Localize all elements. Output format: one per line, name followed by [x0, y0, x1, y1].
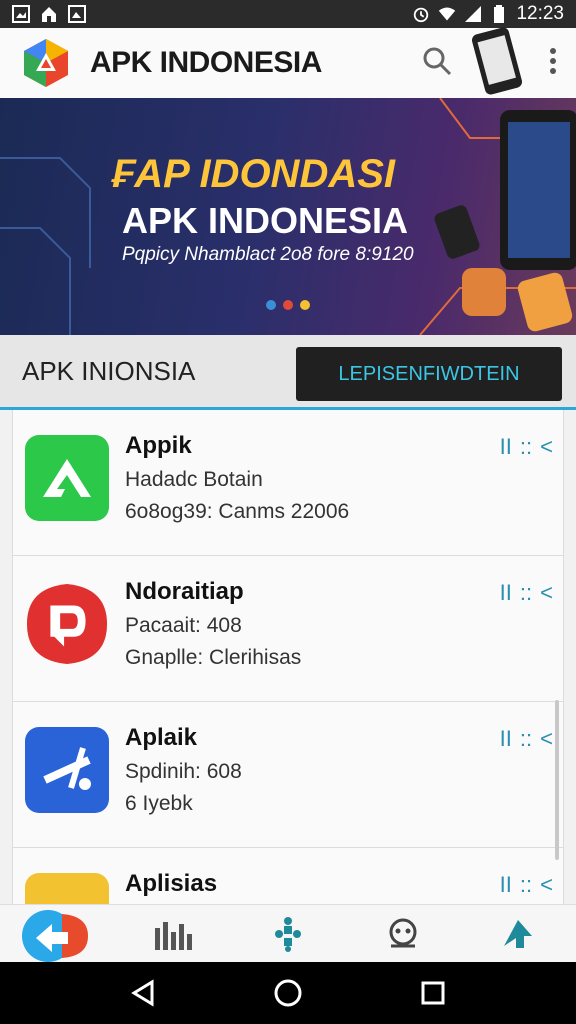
app-meta: Gnaplle: Clerihisas: [125, 646, 302, 669]
list-item[interactable]: Appik Hadadc Botain 6o8og39: Canms 22006…: [13, 410, 563, 556]
photo-notification-icon: [68, 5, 86, 23]
green-arrow-icon: [25, 435, 109, 521]
app-title: APK INDONESIA: [90, 46, 322, 79]
row-actions[interactable]: II :: <: [500, 580, 553, 606]
pager-dot[interactable]: [300, 300, 310, 310]
yellow-app-icon: [25, 873, 109, 904]
app-list[interactable]: Appik Hadadc Botain 6o8og39: Canms 22006…: [12, 410, 564, 904]
section-header: APK INIONSIA LEPISENFIWDTEIN: [0, 335, 576, 410]
recents-button[interactable]: [408, 968, 458, 1018]
nav-charts-button[interactable]: [133, 906, 213, 962]
app-logo-icon: [18, 35, 74, 91]
status-time: 12:23: [516, 3, 564, 24]
home-circle-icon: [274, 979, 302, 1007]
app-subtitle: Pacaait: 408: [125, 614, 242, 637]
back-button[interactable]: [118, 968, 168, 1018]
status-bar: 12:23: [0, 0, 576, 28]
drag-handle-icon[interactable]: ::: [520, 580, 532, 606]
app-title: Ndoraitiap: [125, 578, 244, 605]
pager-dot[interactable]: [283, 300, 293, 310]
list-item[interactable]: Aplaik Spdinih: 608 6 Iyebk II :: <: [13, 702, 563, 848]
overflow-menu-icon[interactable]: [548, 46, 558, 81]
upload-arrow-icon: [504, 919, 533, 948]
app-subtitle: Spdinih: 608: [125, 760, 242, 783]
bars-icon[interactable]: II: [500, 726, 512, 752]
share-arrow-icon: [21, 909, 88, 962]
bars-icon[interactable]: II: [500, 434, 512, 460]
banner-title: APK INDONESIA: [122, 200, 409, 241]
app-meta: 6 Iyebk: [125, 792, 193, 815]
chevron-left-icon[interactable]: <: [540, 580, 553, 606]
chevron-left-icon[interactable]: <: [540, 872, 553, 898]
row-actions[interactable]: II :: <: [500, 726, 553, 752]
promo-banner[interactable]: ₣AP IDONDASI APK INDONESIA Pqpicy Nhambl…: [0, 98, 576, 335]
app-bar: APK INDONESIA: [0, 26, 576, 101]
nav-home-button[interactable]: [18, 906, 98, 962]
signal-icon: [464, 5, 482, 23]
chevron-left-icon[interactable]: <: [540, 434, 553, 460]
bar-chart-icon: [154, 921, 192, 950]
wifi-icon: [438, 5, 456, 23]
app-title: Aplaik: [125, 724, 198, 751]
image-notification-icon: [12, 5, 30, 23]
search-icon[interactable]: [422, 46, 452, 81]
recents-square-icon: [421, 981, 445, 1005]
system-nav-bar: [0, 962, 576, 1024]
bottom-nav: [0, 904, 576, 962]
app-title: Aplisias: [125, 870, 218, 897]
phone-illustration-icon: [470, 26, 530, 101]
drag-handle-icon[interactable]: ::: [520, 434, 532, 460]
nav-profile-button[interactable]: [363, 906, 443, 962]
banner-headline: ₣AP IDONDASI: [112, 152, 396, 196]
app-subtitle: Hadadc Botain: [125, 468, 263, 491]
bars-icon[interactable]: II: [500, 872, 512, 898]
row-actions[interactable]: II :: <: [500, 872, 553, 898]
pager-dot[interactable]: [266, 300, 276, 310]
row-actions[interactable]: II :: <: [500, 434, 553, 460]
back-triangle-icon: [130, 979, 154, 1007]
red-d-icon: [25, 581, 109, 667]
banner-pager[interactable]: [266, 300, 310, 310]
alarm-icon: [412, 5, 430, 23]
chevron-left-icon[interactable]: <: [540, 726, 553, 752]
robot-face-icon: [389, 918, 417, 947]
list-item[interactable]: Ndoraitiap Pacaait: 408 Gnaplle: Clerihi…: [13, 556, 563, 702]
blue-slash-icon: [25, 727, 109, 813]
scrollbar[interactable]: [555, 700, 559, 860]
home-button[interactable]: [263, 968, 313, 1018]
section-action-button[interactable]: LEPISENFIWDTEIN: [296, 347, 562, 401]
section-title: APK INIONSIA: [22, 355, 196, 386]
battery-icon: [490, 5, 508, 23]
drag-handle-icon[interactable]: ::: [520, 872, 532, 898]
app-title: Appik: [125, 432, 192, 459]
puzzle-icon: [274, 916, 301, 952]
nav-categories-button[interactable]: [248, 906, 328, 962]
bars-icon[interactable]: II: [500, 580, 512, 606]
list-item[interactable]: Aplisias II :: <: [13, 848, 563, 904]
app-meta: 6o8og39: Canms 22006: [125, 500, 350, 523]
banner-tagline: Pqpicy Nhamblact 2o8 fore 8:9120: [122, 244, 414, 265]
drag-handle-icon[interactable]: ::: [520, 726, 532, 752]
home-notification-icon: [40, 5, 58, 23]
nav-upload-button[interactable]: [478, 906, 558, 962]
